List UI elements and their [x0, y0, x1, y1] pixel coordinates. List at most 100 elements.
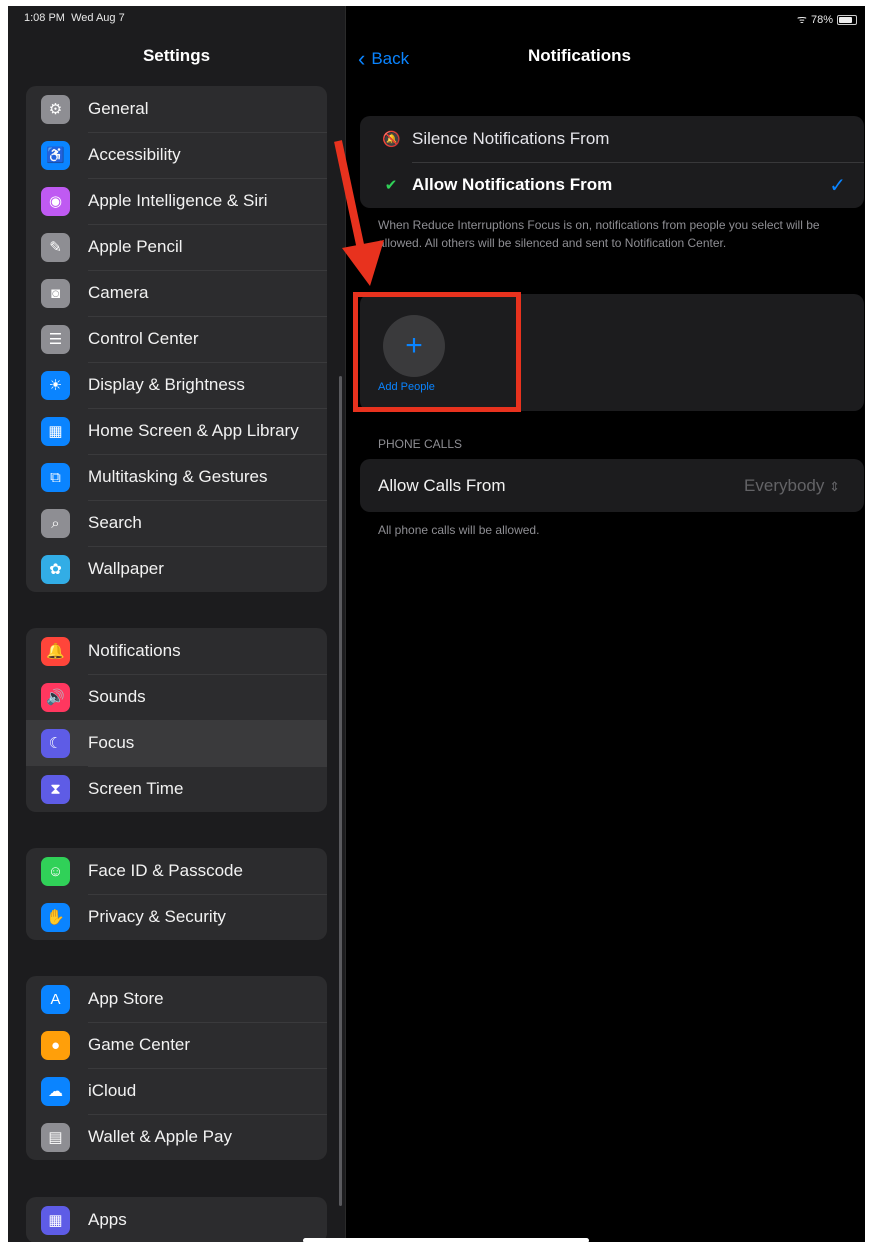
gear-icon: ⚙ [41, 94, 70, 124]
settings-group: ☺ Face ID & Passcode ✋ Privacy & Security [26, 848, 327, 940]
sidebar-item-app-store[interactable]: A App Store [26, 976, 327, 1022]
sidebar-item-label: Wallpaper [88, 559, 164, 578]
settings-group: ⚙ General ♿ Accessibility ◉ Apple Intelligenc… [26, 86, 327, 592]
accessibility-icon: ♿ [41, 140, 70, 170]
multitasking-icon: ⧉ [41, 462, 70, 492]
speaker-icon: 🔊 [41, 682, 70, 712]
status-indicators: ᯤ 78% [797, 12, 857, 27]
pencil-icon: ✎ [41, 232, 70, 262]
hourglass-icon: ⧗ [41, 774, 70, 804]
notification-options-card: 🔕 Silence Notifications From ✔ Allow Not… [360, 116, 864, 208]
sidebar-item-wallpaper[interactable]: ✿ Wallpaper [26, 546, 327, 592]
allow-calls-label: Allow Calls From [378, 475, 506, 495]
option-label: Allow Notifications From [412, 175, 613, 194]
battery-icon [837, 14, 857, 25]
wallet-icon: ▤ [41, 1122, 70, 1152]
sidebar-item-general[interactable]: ⚙ General [26, 86, 327, 132]
wifi-icon: ᯤ [796, 14, 807, 26]
allow-calls-value: Everybody ⇕ [744, 475, 840, 495]
sidebar-item-label: Game Center [88, 1035, 191, 1054]
sidebar-item-apps[interactable]: ▦ Apps [26, 1197, 327, 1242]
sidebar-item-face-id-passcode[interactable]: ☺ Face ID & Passcode [26, 848, 327, 894]
home-indicator[interactable] [303, 1238, 589, 1242]
sidebar-item-label: Notifications [88, 641, 181, 660]
sidebar-item-wallet-apple-pay[interactable]: ▤ Wallet & Apple Pay [26, 1114, 327, 1160]
sidebar-item-notifications[interactable]: 🔔 Notifications [26, 628, 327, 674]
allow-calls-row[interactable]: Allow Calls From Everybody ⇕ [360, 459, 864, 512]
sidebar-item-focus[interactable]: ☾ Focus [26, 720, 327, 766]
settings-sidebar: Settings ⚙ General ♿ Accessibility ◉ Apple In… [8, 6, 345, 1242]
sidebar-item-sounds[interactable]: 🔊 Sounds [26, 674, 327, 720]
sidebar-item-apple-intelligence-siri[interactable]: ◉ Apple Intelligence & Siri [26, 178, 327, 224]
sidebar-item-search[interactable]: ⌕ Search [26, 500, 327, 546]
option-label: Silence Notifications From [412, 129, 610, 148]
sidebar-title: Settings [142, 46, 211, 65]
annotation-highlight-box [353, 292, 521, 412]
sidebar-item-label: App Store [88, 989, 164, 1008]
back-button[interactable]: ‹ Back [358, 46, 409, 72]
sidebar-item-privacy-security[interactable]: ✋ Privacy & Security [26, 894, 327, 940]
sidebar-item-label: Control Center [88, 329, 199, 348]
cloud-icon: ☁ [41, 1076, 70, 1106]
detail-title: Notifications [528, 46, 631, 65]
option-allow-notifications[interactable]: ✔ Allow Notifications From ✓ [360, 162, 864, 208]
options-footnote: When Reduce Interruptions Focus is on, n… [378, 218, 820, 250]
sidebar-item-accessibility[interactable]: ♿ Accessibility [26, 132, 327, 178]
sidebar-item-display-brightness[interactable]: ☀ Display & Brightness [26, 362, 327, 408]
control-center-icon: ☰ [41, 324, 70, 354]
wallpaper-icon: ✿ [41, 554, 70, 584]
sidebar-item-label: Display & Brightness [88, 375, 245, 394]
status-time: 1:08 PM Wed Aug 7 [24, 12, 125, 24]
sidebar-item-label: Home Screen & App Library [88, 421, 299, 440]
sidebar-item-label: Focus [88, 733, 135, 752]
battery-percent: 78% [810, 13, 833, 26]
annotation-arrow [334, 140, 384, 286]
sidebar-item-label: Search [88, 513, 142, 532]
calls-footnote: All phone calls will be allowed. [378, 523, 540, 537]
sidebar-item-icloud[interactable]: ☁ iCloud [26, 1068, 327, 1114]
sidebar-item-label: iCloud [88, 1081, 137, 1100]
chevron-up-down-icon: ⇕ [829, 478, 840, 494]
settings-group: ▦ Apps [26, 1197, 327, 1242]
sidebar-item-label: Apple Intelligence & Siri [88, 191, 268, 210]
sidebar-item-label: Apple Pencil [88, 237, 183, 256]
ipad-screen: Settings ⚙ General ♿ Accessibility ◉ Apple In… [8, 6, 865, 1242]
phone-calls-header: PHONE CALLS [378, 437, 463, 451]
sidebar-item-label: Apps [88, 1210, 127, 1229]
face-id-icon: ☺ [41, 856, 70, 886]
chevron-left-icon: ‹ [358, 46, 366, 71]
option-silence-notifications[interactable]: 🔕 Silence Notifications From [360, 116, 864, 162]
home-screen-icon: ▦ [41, 416, 70, 446]
back-label: Back [371, 49, 410, 68]
sidebar-item-label: Sounds [88, 687, 146, 706]
hand-icon: ✋ [41, 902, 70, 932]
sidebar-item-label: Camera [88, 283, 149, 302]
sidebar-item-camera[interactable]: ◙ Camera [26, 270, 327, 316]
sidebar-item-label: General [88, 99, 149, 118]
bell-icon: 🔔 [41, 636, 70, 666]
sidebar-item-control-center[interactable]: ☰ Control Center [26, 316, 327, 362]
sidebar-item-apple-pencil[interactable]: ✎ Apple Pencil [26, 224, 327, 270]
app-store-icon: A [41, 984, 70, 1014]
sidebar-scrollbar[interactable] [339, 376, 342, 1206]
settings-group: 🔔 Notifications 🔊 Sounds ☾ Focus ⧗ Screen Time [26, 628, 327, 812]
search-icon: ⌕ [41, 508, 70, 538]
siri-icon: ◉ [41, 186, 70, 216]
sidebar-item-home-screen-app-library[interactable]: ▦ Home Screen & App Library [26, 408, 327, 454]
sidebar-item-label: Wallet & Apple Pay [88, 1127, 232, 1146]
sidebar-item-label: Accessibility [88, 145, 181, 164]
moon-icon: ☾ [41, 728, 70, 758]
settings-group: A App Store ● Game Center ☁ iCloud ▤ Wallet & A… [26, 976, 327, 1160]
sidebar-item-multitasking-gestures[interactable]: ⧉ Multitasking & Gestures [26, 454, 327, 500]
sidebar-item-label: Multitasking & Gestures [88, 467, 268, 486]
checkmark-icon: ✓ [829, 174, 846, 197]
sidebar-item-label: Screen Time [88, 779, 184, 798]
sidebar-item-game-center[interactable]: ● Game Center [26, 1022, 327, 1068]
game-center-icon: ● [41, 1030, 70, 1060]
camera-icon: ◙ [41, 278, 70, 308]
sidebar-item-label: Face ID & Passcode [88, 861, 243, 880]
sun-icon: ☀ [41, 370, 70, 400]
sidebar-item-label: Privacy & Security [88, 907, 226, 926]
sidebar-item-screen-time[interactable]: ⧗ Screen Time [26, 766, 327, 812]
apps-icon: ▦ [41, 1205, 70, 1235]
